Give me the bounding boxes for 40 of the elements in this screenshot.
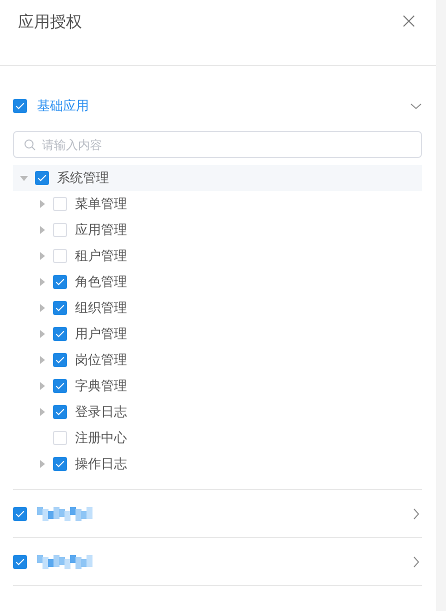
tree-label: 登录日志 — [75, 404, 127, 421]
tree-label: 用户管理 — [75, 326, 127, 343]
checkbox[interactable] — [53, 353, 67, 367]
checkbox[interactable] — [53, 275, 67, 289]
checkbox[interactable] — [53, 457, 67, 471]
tree-label: 注册中心 — [75, 430, 127, 447]
caret-icon[interactable] — [37, 407, 47, 417]
tree-label: 岗位管理 — [75, 352, 127, 369]
tree-label: 系统管理 — [57, 170, 109, 187]
caret-icon[interactable] — [37, 329, 47, 339]
tree-label: 组织管理 — [75, 300, 127, 317]
caret-icon[interactable] — [37, 277, 47, 287]
caret-icon[interactable] — [37, 381, 47, 391]
tree-label: 租户管理 — [75, 248, 127, 265]
tree-label: 菜单管理 — [75, 196, 127, 213]
caret-icon[interactable] — [37, 251, 47, 261]
tree-label: 操作日志 — [75, 456, 127, 473]
caret-icon[interactable] — [37, 303, 47, 313]
dialog-title: 应用授权 — [18, 12, 82, 33]
caret-icon[interactable] — [37, 225, 47, 235]
search-icon — [24, 139, 36, 151]
caret-icon[interactable] — [37, 199, 47, 209]
caret-icon[interactable] — [19, 173, 29, 183]
tree-row[interactable]: 系统管理 — [13, 165, 422, 191]
checkbox[interactable] — [53, 301, 67, 315]
checkbox[interactable] — [53, 405, 67, 419]
checkbox[interactable] — [53, 327, 67, 341]
checkbox[interactable] — [13, 554, 27, 568]
caret-icon[interactable] — [37, 355, 47, 365]
caret-icon[interactable] — [37, 459, 47, 469]
checkbox[interactable] — [13, 506, 27, 520]
tree-label: 应用管理 — [75, 222, 127, 239]
checkbox[interactable] — [35, 171, 49, 185]
group-title[interactable]: 基础应用 — [37, 97, 400, 115]
checkbox[interactable] — [13, 99, 27, 113]
search-field[interactable]: 请输入内容 — [13, 131, 422, 158]
tree-label: 角色管理 — [75, 274, 127, 291]
tree-label: 字典管理 — [75, 378, 127, 395]
close-button[interactable]: × — [400, 12, 418, 32]
checkbox[interactable] — [53, 379, 67, 393]
